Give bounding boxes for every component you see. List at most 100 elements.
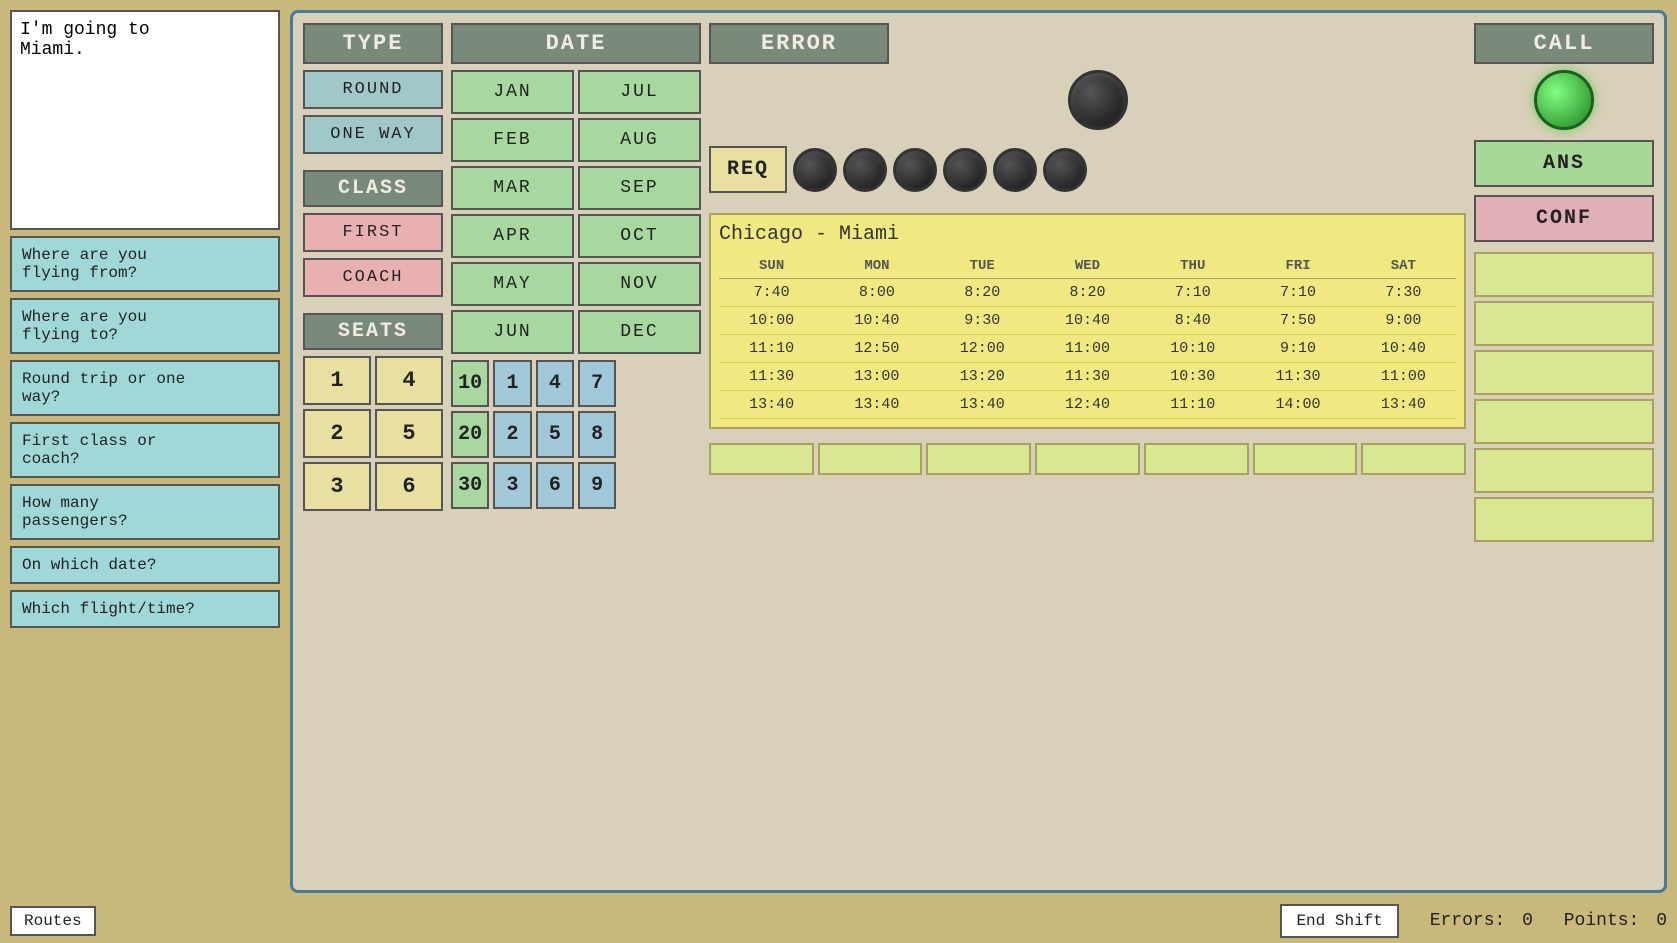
right-box-3[interactable]: [1474, 350, 1654, 395]
month-dec[interactable]: DEC: [578, 310, 701, 354]
schedule-cell-0-1[interactable]: 8:00: [824, 279, 929, 307]
schedule-cell-2-5[interactable]: 9:10: [1245, 335, 1350, 363]
right-box-2[interactable]: [1474, 301, 1654, 346]
question-btn-5[interactable]: On which date?: [10, 546, 280, 584]
knob-3[interactable]: [893, 148, 937, 192]
num-7[interactable]: 7: [578, 360, 616, 407]
num-8[interactable]: 8: [578, 411, 616, 458]
knob-5[interactable]: [993, 148, 1037, 192]
num-30[interactable]: 30: [451, 462, 489, 509]
month-apr[interactable]: APR: [451, 214, 574, 258]
schedule-cell-2-2[interactable]: 12:00: [930, 335, 1035, 363]
schedule-cell-4-6[interactable]: 13:40: [1351, 391, 1456, 419]
bottom-box-5[interactable]: [1144, 443, 1249, 475]
knob-1[interactable]: [793, 148, 837, 192]
seat-4[interactable]: 4: [375, 356, 443, 405]
question-btn-6[interactable]: Which flight/time?: [10, 590, 280, 628]
conf-btn[interactable]: CONF: [1474, 195, 1654, 242]
question-btn-1[interactable]: Where are you flying to?: [10, 298, 280, 354]
schedule-cell-1-0[interactable]: 10:00: [719, 307, 824, 335]
end-shift-btn[interactable]: End Shift: [1280, 904, 1398, 938]
month-sep[interactable]: SEP: [578, 166, 701, 210]
schedule-cell-1-5[interactable]: 7:50: [1245, 307, 1350, 335]
num-5[interactable]: 5: [536, 411, 574, 458]
month-aug[interactable]: AUG: [578, 118, 701, 162]
month-feb[interactable]: FEB: [451, 118, 574, 162]
question-btn-4[interactable]: How many passengers?: [10, 484, 280, 540]
schedule-cell-2-1[interactable]: 12:50: [824, 335, 929, 363]
seat-3[interactable]: 3: [303, 462, 371, 511]
schedule-cell-0-3[interactable]: 8:20: [1035, 279, 1140, 307]
seat-2[interactable]: 2: [303, 409, 371, 458]
schedule-cell-3-0[interactable]: 11:30: [719, 363, 824, 391]
bottom-box-2[interactable]: [818, 443, 923, 475]
month-jun[interactable]: JUN: [451, 310, 574, 354]
bottom-box-4[interactable]: [1035, 443, 1140, 475]
schedule-cell-1-3[interactable]: 10:40: [1035, 307, 1140, 335]
num-3[interactable]: 3: [493, 462, 531, 509]
schedule-cell-0-2[interactable]: 8:20: [930, 279, 1035, 307]
schedule-cell-0-0[interactable]: 7:40: [719, 279, 824, 307]
schedule-cell-4-4[interactable]: 11:10: [1140, 391, 1245, 419]
month-may[interactable]: MAY: [451, 262, 574, 306]
schedule-cell-4-2[interactable]: 13:40: [930, 391, 1035, 419]
schedule-cell-2-0[interactable]: 11:10: [719, 335, 824, 363]
ans-btn[interactable]: ANS: [1474, 140, 1654, 187]
schedule-cell-1-6[interactable]: 9:00: [1351, 307, 1456, 335]
schedule-cell-0-6[interactable]: 7:30: [1351, 279, 1456, 307]
month-nov[interactable]: NOV: [578, 262, 701, 306]
first-class-btn[interactable]: FIRST: [303, 213, 443, 252]
question-btn-3[interactable]: First class or coach?: [10, 422, 280, 478]
schedule-cell-3-5[interactable]: 11:30: [1245, 363, 1350, 391]
knob-2[interactable]: [843, 148, 887, 192]
question-btn-2[interactable]: Round trip or one way?: [10, 360, 280, 416]
schedule-cell-3-6[interactable]: 11:00: [1351, 363, 1456, 391]
coach-btn[interactable]: COACH: [303, 258, 443, 297]
num-9[interactable]: 9: [578, 462, 616, 509]
schedule-cell-0-5[interactable]: 7:10: [1245, 279, 1350, 307]
schedule-cell-2-4[interactable]: 10:10: [1140, 335, 1245, 363]
schedule-cell-3-1[interactable]: 13:00: [824, 363, 929, 391]
schedule-cell-4-0[interactable]: 13:40: [719, 391, 824, 419]
schedule-cell-1-1[interactable]: 10:40: [824, 307, 929, 335]
month-mar[interactable]: MAR: [451, 166, 574, 210]
schedule-cell-2-3[interactable]: 11:00: [1035, 335, 1140, 363]
bottom-box-3[interactable]: [926, 443, 1031, 475]
one-way-btn[interactable]: ONE WAY: [303, 115, 443, 154]
seat-5[interactable]: 5: [375, 409, 443, 458]
bottom-box-6[interactable]: [1253, 443, 1358, 475]
num-2[interactable]: 2: [493, 411, 531, 458]
schedule-cell-4-3[interactable]: 12:40: [1035, 391, 1140, 419]
req-btn[interactable]: REQ: [709, 146, 787, 193]
month-jan[interactable]: JAN: [451, 70, 574, 114]
schedule-row-1[interactable]: 10:0010:409:3010:408:407:509:00: [719, 307, 1456, 335]
month-jul[interactable]: JUL: [578, 70, 701, 114]
bottom-box-7[interactable]: [1361, 443, 1466, 475]
question-btn-0[interactable]: Where are you flying from?: [10, 236, 280, 292]
schedule-cell-1-4[interactable]: 8:40: [1140, 307, 1245, 335]
num-6[interactable]: 6: [536, 462, 574, 509]
schedule-cell-3-3[interactable]: 11:30: [1035, 363, 1140, 391]
knob-6[interactable]: [1043, 148, 1087, 192]
bottom-box-1[interactable]: [709, 443, 814, 475]
schedule-row-0[interactable]: 7:408:008:208:207:107:107:30: [719, 279, 1456, 307]
seat-1[interactable]: 1: [303, 356, 371, 405]
right-box-5[interactable]: [1474, 448, 1654, 493]
schedule-cell-3-2[interactable]: 13:20: [930, 363, 1035, 391]
schedule-cell-1-2[interactable]: 9:30: [930, 307, 1035, 335]
schedule-cell-2-6[interactable]: 10:40: [1351, 335, 1456, 363]
routes-btn[interactable]: Routes: [10, 906, 96, 936]
right-box-4[interactable]: [1474, 399, 1654, 444]
num-4[interactable]: 4: [536, 360, 574, 407]
num-1[interactable]: 1: [493, 360, 531, 407]
schedule-row-3[interactable]: 11:3013:0013:2011:3010:3011:3011:00: [719, 363, 1456, 391]
month-oct[interactable]: OCT: [578, 214, 701, 258]
right-box-6[interactable]: [1474, 497, 1654, 542]
schedule-cell-4-1[interactable]: 13:40: [824, 391, 929, 419]
num-10[interactable]: 10: [451, 360, 489, 407]
knob-4[interactable]: [943, 148, 987, 192]
schedule-row-2[interactable]: 11:1012:5012:0011:0010:109:1010:40: [719, 335, 1456, 363]
round-btn[interactable]: ROUND: [303, 70, 443, 109]
schedule-row-4[interactable]: 13:4013:4013:4012:4011:1014:0013:40: [719, 391, 1456, 419]
num-20[interactable]: 20: [451, 411, 489, 458]
